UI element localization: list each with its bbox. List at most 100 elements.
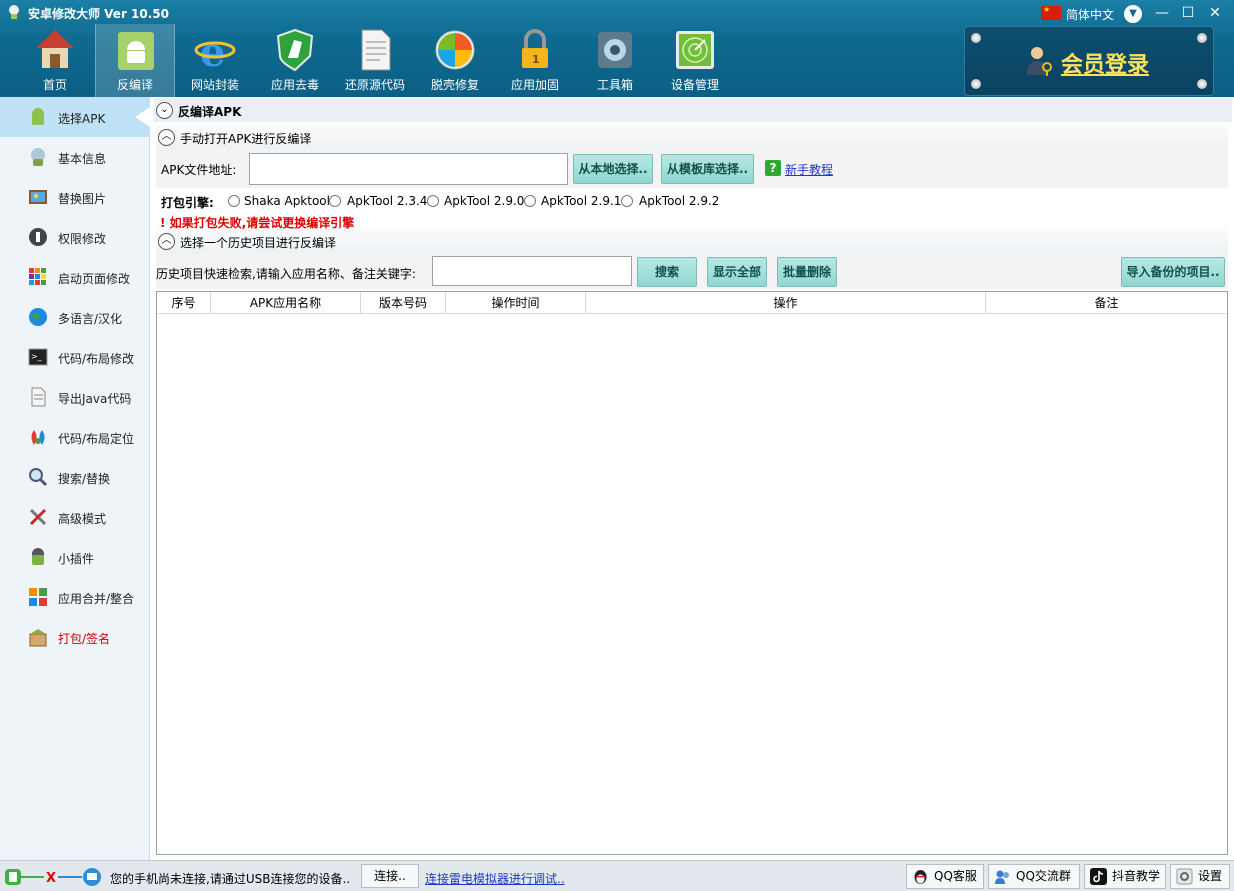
china-flag-icon[interactable] — [1041, 5, 1061, 20]
qq-penguin-icon — [914, 870, 927, 884]
settings-button[interactable]: 设置 — [1170, 864, 1230, 889]
globe-icon — [29, 308, 47, 326]
column-header[interactable]: 序号 — [157, 292, 211, 314]
toolbar-unpack-repair[interactable]: 脱壳修复 — [415, 24, 495, 97]
ie-browser-icon: e — [194, 29, 236, 72]
qq-service-label: QQ客服 — [934, 869, 977, 883]
toolbar-toolbox[interactable]: 工具箱 — [575, 24, 655, 97]
engine-option-label[interactable]: ApkTool 2.9.2 — [639, 194, 719, 208]
batch-delete-button[interactable]: 批量删除 — [777, 257, 837, 287]
column-header[interactable]: 操作时间 — [446, 292, 586, 314]
chevron-down-icon[interactable]: ▼ — [1124, 5, 1142, 23]
toolbar-label: 工具箱 — [596, 78, 633, 92]
engine-radio-291[interactable] — [524, 195, 536, 207]
sidebar-item[interactable]: 高级模式 — [0, 497, 150, 537]
minimize-icon[interactable]: — — [1150, 3, 1174, 23]
engine-option-label[interactable]: Shaka Apktool — [244, 194, 330, 208]
svg-text:X: X — [46, 871, 56, 886]
sidebar-item-label: 多语言/汉化 — [58, 312, 123, 326]
connection-status-icon: X — [5, 868, 101, 886]
import-backup-button[interactable]: 导入备份的项目.. — [1121, 257, 1225, 287]
sidebar-item[interactable]: 搜索/替换 — [0, 457, 150, 497]
chevron-up-icon[interactable]: ︿ — [158, 233, 175, 250]
toolbar-decompile[interactable]: 反编译 — [95, 24, 175, 97]
toolbar-website-wrap[interactable]: e 网站封装 — [175, 24, 255, 97]
settings-label: 设置 — [1198, 869, 1223, 883]
screw-icon — [971, 79, 981, 89]
show-all-button[interactable]: 显示全部 — [707, 257, 767, 287]
maximize-icon[interactable]: ☐ — [1176, 3, 1200, 23]
android-robot-icon — [118, 32, 154, 70]
sidebar-item-label: 打包/签名 — [58, 632, 111, 646]
tutorial-link[interactable]: 新手教程 — [785, 161, 833, 178]
history-search-input[interactable] — [432, 256, 632, 286]
windows-ball-icon — [435, 30, 475, 70]
sidebar-item[interactable]: 代码/布局定位 — [0, 417, 150, 457]
sidebar-item[interactable]: 选择APK — [0, 97, 150, 137]
app-logo-icon — [9, 5, 19, 19]
toolbar-harden[interactable]: 1 应用加固 — [495, 24, 575, 97]
toolbar-antivirus[interactable]: 应用去毒 — [255, 24, 335, 97]
search-button[interactable]: 搜索 — [637, 257, 697, 287]
column-header[interactable]: 备注 — [986, 292, 1227, 314]
qq-group-icon — [995, 870, 1009, 884]
sidebar-item-label: 小插件 — [58, 552, 95, 566]
apk-file-label: APK文件地址: — [161, 163, 237, 177]
decompile-section-header[interactable]: ⌄ 反编译APK — [154, 98, 1232, 122]
sidebar-item[interactable]: >_ 代码/布局修改 — [0, 337, 150, 377]
emulator-link[interactable]: 连接雷电模拟器进行调试.. — [425, 870, 565, 887]
language-label[interactable]: 简体中文 — [1066, 6, 1114, 23]
engine-radio-234[interactable] — [329, 195, 341, 207]
engine-radio-290[interactable] — [427, 195, 439, 207]
engine-option-label[interactable]: ApkTool 2.3.4 — [347, 194, 427, 208]
toolbar-device-manager[interactable]: 设备管理 — [655, 24, 735, 97]
manual-open-section-header[interactable]: ︿ 手动打开APK进行反编译 — [156, 125, 1228, 149]
apk-file-input[interactable] — [249, 153, 568, 185]
app-title: 安卓修改大师 Ver 10.50 — [28, 7, 170, 21]
toolbox-icon — [598, 32, 632, 68]
douyin-tutorial-button[interactable]: 抖音教学 — [1084, 864, 1166, 889]
column-header[interactable]: 版本号码 — [361, 292, 446, 314]
engine-radio-shaka[interactable] — [228, 195, 240, 207]
member-login-link[interactable]: 会员登录 — [1061, 47, 1149, 79]
toolbar-home[interactable]: 首页 — [15, 24, 95, 97]
engine-radio-292[interactable] — [621, 195, 633, 207]
sidebar-item[interactable]: 替换图片 — [0, 177, 150, 217]
house-icon — [36, 30, 74, 68]
sidebar-item[interactable]: 导出Java代码 — [0, 377, 150, 417]
sidebar-item[interactable]: 多语言/汉化 — [0, 297, 150, 337]
qq-group-button[interactable]: QQ交流群 — [988, 864, 1080, 889]
sidebar-item-label: 导出Java代码 — [58, 392, 132, 406]
close-icon[interactable]: ✕ — [1203, 3, 1227, 23]
padlock-icon: 1 — [522, 29, 548, 68]
column-header[interactable]: 操作 — [586, 292, 986, 314]
select-template-button[interactable]: 从模板库选择.. — [661, 154, 754, 184]
top-banner: 安卓修改大师 Ver 10.50 简体中文 ▼ — ☐ ✕ 首页 反编译 e — [0, 0, 1234, 97]
sidebar-item[interactable]: 启动页面修改 — [0, 257, 150, 297]
history-section-header[interactable]: ︿ 选择一个历史项目进行反编译 — [156, 229, 1228, 253]
sidebar-item[interactable]: 小插件 — [0, 537, 150, 577]
toolbar-restore-source[interactable]: 还原源代码 — [335, 24, 415, 97]
svg-text:1: 1 — [532, 53, 540, 66]
select-local-button[interactable]: 从本地选择.. — [573, 154, 653, 184]
sidebar-item[interactable]: 打包/签名 — [0, 617, 150, 657]
map-pin-icon — [31, 430, 45, 445]
sidebar-item[interactable]: 基本信息 — [0, 137, 150, 177]
engine-option-label[interactable]: ApkTool 2.9.1 — [541, 194, 621, 208]
merge-tiles-icon — [29, 588, 47, 606]
sidebar-item[interactable]: 权限修改 — [0, 217, 150, 257]
tools-icon — [29, 508, 47, 526]
engine-option-label[interactable]: ApkTool 2.9.0 — [444, 194, 524, 208]
connect-button[interactable]: 连接.. — [361, 864, 419, 888]
sidebar-item[interactable]: 应用合并/整合 — [0, 577, 150, 617]
android-icon — [32, 108, 44, 125]
chevron-up-icon[interactable]: ︿ — [158, 129, 175, 146]
permission-icon — [29, 228, 47, 246]
qq-service-button[interactable]: QQ客服 — [906, 864, 984, 889]
history-search-row: 历史项目快速检索,请输入应用名称、备注关键字: 搜索 显示全部 批量删除 导入备… — [156, 253, 1228, 289]
column-header[interactable]: APK应用名称 — [211, 292, 361, 314]
sidebar: 选择APK 基本信息 替换图片 权限修改 启动页面修改多语言/汉化 >_ 代码/布局修改导出… — [0, 97, 150, 860]
history-table[interactable]: 序号 APK应用名称 版本号码 操作时间 操作 备注 — [156, 291, 1228, 855]
chevron-down-icon[interactable]: ⌄ — [156, 102, 173, 119]
radar-icon — [676, 31, 714, 69]
